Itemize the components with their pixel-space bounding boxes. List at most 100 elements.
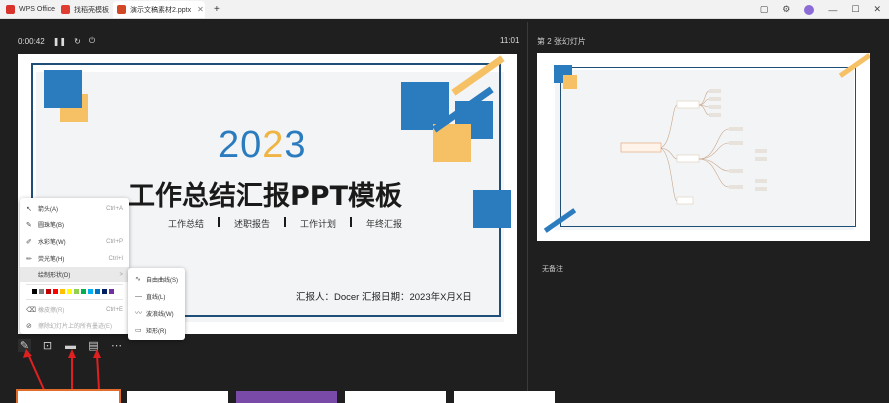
thumbnail-strip [16,389,555,403]
submenu-item-label: 直线(L) [146,294,166,301]
color-swatch[interactable] [88,289,93,294]
layout-icon[interactable]: ▢ [760,4,769,15]
close-window-icon[interactable]: ✕ [873,4,881,15]
next-slide-label: 第 2 张幻灯片 [537,37,586,46]
shape-submenu: ∿ 自由曲线(S) — 直线(L) 〰波浪线(W) ▭ 矩形(R) [128,268,185,340]
subtitle-item: 工作总结 [168,219,205,229]
slide-year: 2023 [218,124,307,167]
year-part: 20 [218,124,263,166]
color-swatch[interactable] [67,289,72,294]
arrowhead [93,349,101,358]
menu-divider [26,299,123,300]
slide-thumbnail[interactable] [454,391,555,403]
slide-thumbnail[interactable] [236,391,337,403]
menu-shortcut: Ctrl+E [106,306,123,313]
line-icon: — [135,292,142,300]
elapsed-time: 0:00:42 [18,36,45,46]
timer-bar: 0:00:42 ❚❚ ↻ ⏻ [18,36,95,46]
color-swatch[interactable] [32,289,37,294]
tab-daoke[interactable]: 找稻壳模板 [57,1,112,18]
blue-square-decor-front [44,70,82,108]
menu-shortcut: Ctrl+A [106,205,123,212]
slide-reporter-line: 汇报人：Docer 汇报日期：2023年X月X日 [296,292,472,303]
tab-label: WPS Office [19,6,56,13]
color-swatch[interactable] [60,289,65,294]
menu-item-label: 箭头(A) [38,207,58,213]
submenu-item-wave[interactable]: 〰波浪线(W) [128,305,185,321]
color-swatch[interactable] [74,289,79,294]
year-part: 3 [284,124,307,166]
daoke-icon [61,5,70,14]
menu-item-label: 圆珠笔(B) [38,223,64,229]
color-swatch[interactable] [53,289,58,294]
subtitle-item: 年终汇报 [366,219,403,229]
pause-icon[interactable]: ❚❚ [53,37,66,46]
menu-shortcut: Ctrl+I [108,255,123,262]
menu-item-ballpoint[interactable]: ✎ 圆珠笔(B) [20,217,129,232]
ballpoint-pen-icon: ✎ [26,221,32,229]
submenu-item-line[interactable]: — 直线(L) [128,288,185,304]
arrow-pointer-icon: ↖ [26,205,32,213]
mindmap-diagram [620,89,767,205]
blue-square-decor [473,190,511,228]
minimize-icon[interactable]: — [828,5,837,15]
color-swatch[interactable] [102,289,107,294]
submenu-item-label: 自由曲线(S) [146,277,178,284]
mindmap-node [676,196,694,205]
pen-context-menu: ↖ 箭头(A) Ctrl+A ✎ 圆珠笔(B) ✐ 水彩笔(W) Ctrl+P ✏ 荧光笔(… [20,198,129,334]
subtitle-item: 述职报告 [234,219,271,229]
restart-icon[interactable]: ↻ [74,37,81,46]
arrowhead [23,349,32,358]
eraser-icon: ⌫ [26,306,36,314]
color-swatch[interactable] [95,289,100,294]
close-tab-icon[interactable]: ✕ [197,5,204,14]
menu-item-highlighter[interactable]: ✏ 荧光笔(H) Ctrl+I [20,251,129,266]
tab-label: 找稻壳模板 [74,6,109,14]
submenu-chevron-icon: > [119,271,123,278]
mindmap-node [676,154,700,163]
mindmap-root-node [620,142,662,153]
mindmap-node [676,100,700,109]
rectangle-icon: ▭ [135,327,142,334]
menu-item-label: 橡皮擦(R) [38,308,65,314]
menu-item-erase-all[interactable]: ⊘ 擦除幻灯片上的所有墨迹(E) [20,318,129,333]
avatar[interactable] [804,4,815,15]
menu-item-arrow[interactable]: ↖ 箭头(A) Ctrl+A [20,201,129,216]
settings-icon[interactable]: ⚙ [782,4,790,15]
power-icon[interactable]: ⏻ [89,36,95,46]
menu-item-eraser[interactable]: ⌫ 橡皮擦(R) Ctrl+E [20,302,129,317]
color-swatch[interactable] [81,289,86,294]
menu-item-label: 擦除幻灯片上的所有墨迹(E) [38,324,112,330]
slide-thumbnail[interactable] [345,391,446,403]
notes-text: 无备注 [542,266,563,273]
highlighter-icon: ✏ [26,255,32,263]
color-swatches [32,289,114,294]
slide-subtitle-row: 工作总结 述职报告 工作计划 年终汇报 [168,217,402,230]
year-part: 2 [262,124,285,166]
plus-icon: + [214,4,220,15]
subtitle-item: 工作计划 [300,219,337,229]
separator-bar [284,217,287,227]
color-swatch[interactable] [39,289,44,294]
wps-logo-icon [6,5,15,14]
menu-item-draw-shape[interactable]: 绘制形状(D) > [20,267,129,282]
separator-bar [218,217,221,227]
color-swatch[interactable] [109,289,114,294]
tab-wps-office[interactable]: WPS Office [2,1,57,18]
wave-line-icon: 〰 [135,310,142,317]
color-swatch[interactable] [46,289,51,294]
menu-item-label: 荧光笔(H) [38,257,65,263]
tab-presentation[interactable]: 演示文稿素材2.pptx ✕ [113,1,205,18]
slide-thumbnail[interactable] [127,391,228,403]
ppt-icon [117,5,126,14]
next-slide-preview [537,53,870,241]
submenu-item-freeform[interactable]: ∿ 自由曲线(S) [128,271,185,287]
submenu-item-label: 波浪线(W) [146,311,174,318]
submenu-item-rectangle[interactable]: ▭ 矩形(R) [128,322,185,338]
new-tab-button[interactable]: + [210,1,230,18]
maximize-icon[interactable]: ☐ [851,4,859,15]
annotation-arrow [27,353,46,393]
slide-thumbnail[interactable] [16,389,121,403]
tab-label: 演示文稿素材2.pptx [130,6,192,14]
menu-item-watercolor[interactable]: ✐ 水彩笔(W) Ctrl+P [20,234,129,249]
